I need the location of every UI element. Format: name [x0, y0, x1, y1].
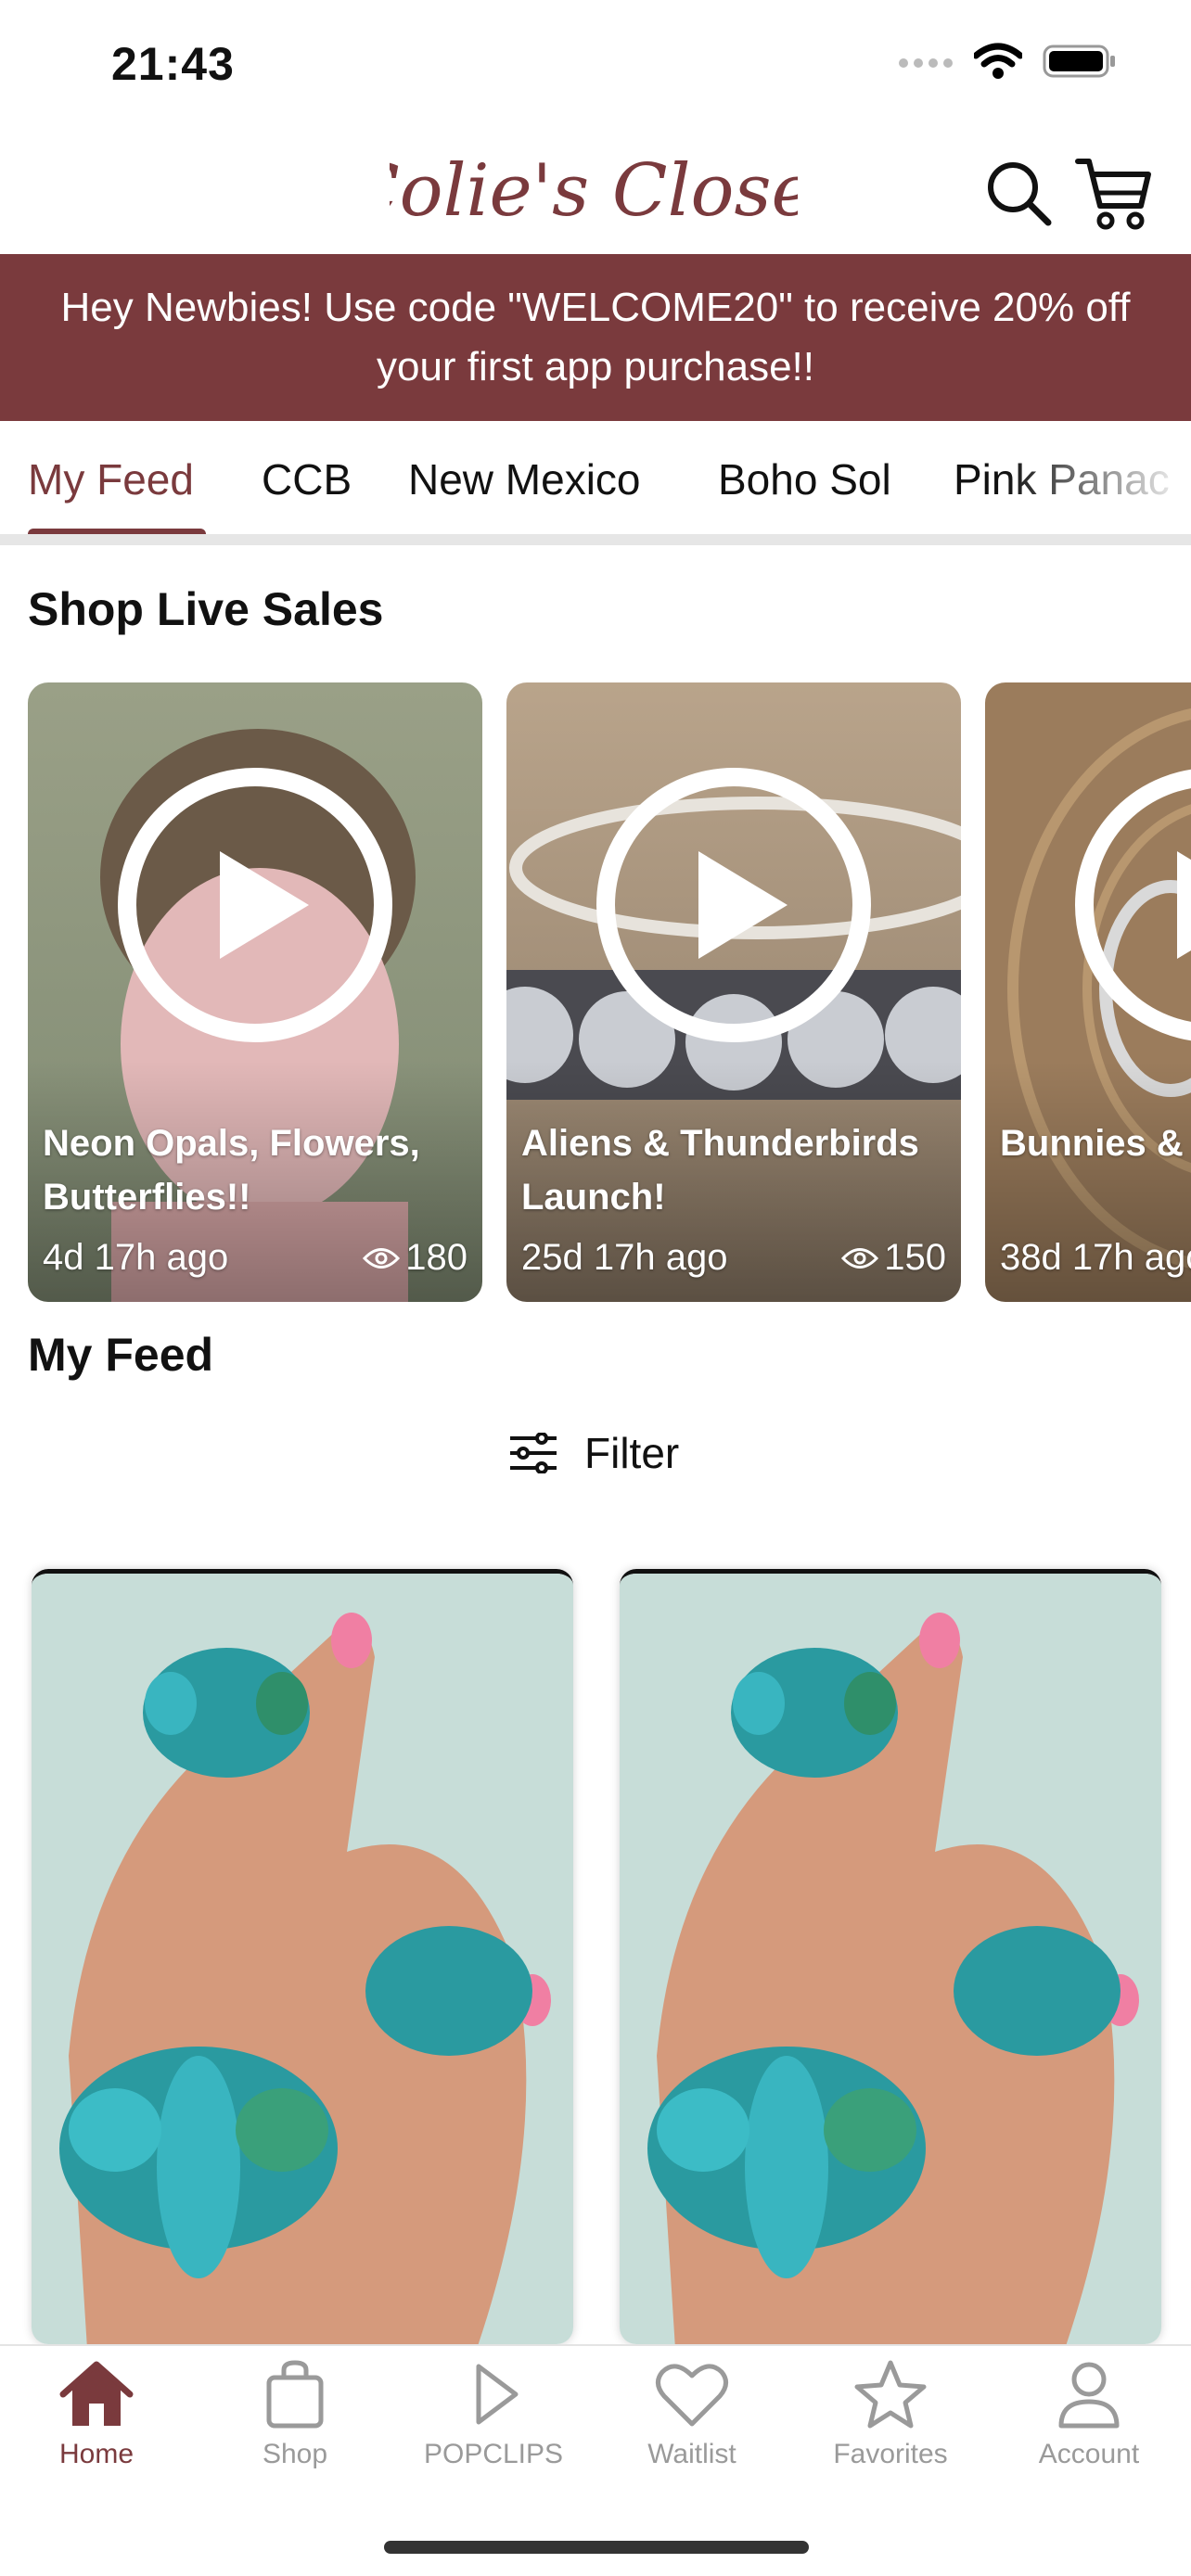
wifi-icon	[974, 43, 1022, 79]
bag-icon	[266, 2360, 324, 2429]
brand-logo[interactable]: Colie's Closet	[390, 137, 798, 247]
views-count: 150	[884, 1237, 946, 1278]
search-icon[interactable]	[983, 158, 1054, 228]
person-icon	[1058, 2362, 1120, 2429]
views-count: 180	[405, 1237, 467, 1278]
live-sales-carousel: Neon Opals, Flowers, Butterflies!! 4d 17…	[0, 682, 1191, 1302]
home-icon	[59, 2361, 134, 2426]
filter-label: Filter	[584, 1429, 680, 1477]
live-sales-title: Shop Live Sales	[28, 583, 384, 635]
nav-popclips-label: POPCLIPS	[423, 2439, 564, 2469]
cart-icon[interactable]	[1074, 152, 1154, 232]
play-icon[interactable]	[116, 766, 394, 1044]
heart-icon	[656, 2364, 728, 2427]
nav-popclips[interactable]: POPCLIPS	[401, 2359, 586, 2470]
feed-product-card[interactable]	[32, 1569, 573, 2344]
category-tabs: My Feed CCB New Mexico Boho Sol Pink Pan…	[0, 421, 1191, 545]
app-header: Colie's Closet	[0, 130, 1191, 254]
signal-icon	[899, 58, 953, 68]
tab-my-feed[interactable]: My Feed	[28, 454, 194, 504]
filter-button[interactable]: Filter	[508, 1428, 679, 1478]
nav-home[interactable]: Home	[4, 2359, 189, 2470]
live-card-time: 25d 17h ago	[521, 1237, 728, 1278]
nav-account[interactable]: Account	[996, 2359, 1182, 2470]
nav-favorites-label: Favorites	[833, 2439, 948, 2469]
nav-account-label: Account	[1038, 2439, 1140, 2469]
play-icon	[476, 2364, 519, 2425]
play-icon[interactable]	[1073, 766, 1191, 1044]
live-card[interactable]: Bunnies & Markdowns 38d 17h ago	[985, 682, 1191, 1302]
live-card-time: 38d 17h ago	[1000, 1237, 1191, 1278]
live-card[interactable]: Neon Opals, Flowers, Butterflies!! 4d 17…	[28, 682, 482, 1302]
live-card[interactable]: Aliens & Thunderbirds Launch! 25d 17h ag…	[506, 682, 961, 1302]
status-bar: 21:43	[0, 0, 1191, 130]
battery-icon	[1043, 45, 1115, 78]
nav-waitlist[interactable]: Waitlist	[599, 2359, 785, 2470]
status-time: 21:43	[111, 38, 235, 90]
active-tab-indicator	[28, 529, 206, 534]
promo-banner[interactable]: Hey Newbies! Use code "WELCOME20" to rec…	[0, 254, 1191, 421]
live-card-time: 4d 17h ago	[43, 1237, 229, 1278]
nav-home-label: Home	[58, 2439, 134, 2469]
live-card-title: Bunnies & Markdowns	[1000, 1123, 1191, 1164]
feed-title: My Feed	[28, 1329, 214, 1381]
svg-text:Colie's Closet: Colie's Closet	[390, 149, 798, 233]
live-card-views: 150	[841, 1237, 946, 1279]
tab-ccb[interactable]: CCB	[262, 454, 352, 504]
tab-new-mexico[interactable]: New Mexico	[408, 454, 641, 504]
eye-icon	[363, 1247, 401, 1269]
status-icons	[898, 43, 1117, 80]
feed-product-card[interactable]	[620, 1569, 1161, 2344]
nav-waitlist-label: Waitlist	[647, 2439, 736, 2469]
bottom-nav: Home Shop POPCLIPS Waitlist Favorites Ac…	[0, 2344, 1191, 2576]
nav-favorites[interactable]: Favorites	[798, 2359, 983, 2470]
home-indicator	[384, 2541, 809, 2554]
tab-boho-sol[interactable]: Boho Sol	[718, 454, 891, 504]
eye-icon	[841, 1247, 879, 1269]
nav-shop[interactable]: Shop	[202, 2359, 388, 2470]
tab-pink-panache[interactable]: Pink Panac	[954, 454, 1170, 504]
live-card-views: 180	[363, 1237, 467, 1279]
live-card-title: Aliens & Thunderbirds Launch!	[521, 1123, 919, 1218]
filter-icon	[510, 1433, 557, 1473]
live-card-title: Neon Opals, Flowers, Butterflies!!	[43, 1123, 420, 1218]
nav-shop-label: Shop	[262, 2439, 328, 2469]
play-icon[interactable]	[595, 766, 873, 1044]
product-image	[32, 1574, 573, 2344]
star-icon	[854, 2360, 927, 2429]
promo-text: Hey Newbies! Use code "WELCOME20" to rec…	[60, 285, 1131, 389]
product-image	[620, 1574, 1161, 2344]
